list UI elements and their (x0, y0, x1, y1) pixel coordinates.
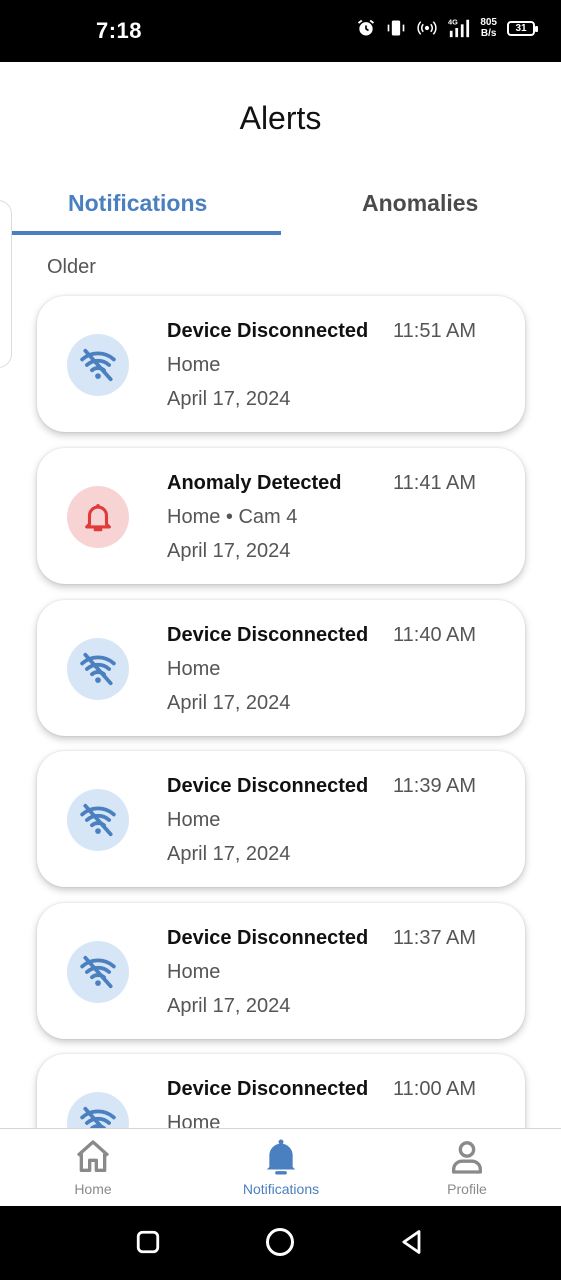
tab-notifications[interactable]: Notifications (68, 190, 207, 217)
net-speed-value: 805 (480, 17, 497, 28)
notification-date: April 17, 2024 (167, 692, 291, 714)
bell-icon (67, 486, 129, 548)
nav-home-label: Home (74, 1181, 112, 1197)
signal-label: 4G (448, 17, 458, 26)
battery-level: 31 (515, 22, 527, 34)
home-button[interactable] (264, 1226, 296, 1258)
section-label: Older (47, 256, 96, 278)
home-circle-icon (266, 1228, 294, 1256)
wifi-off-icon (67, 789, 129, 851)
bottom-nav: Home Notifications Profile (0, 1128, 561, 1206)
notification-location: Home (167, 354, 221, 376)
nav-profile[interactable]: Profile (397, 1129, 537, 1207)
notification-date: April 17, 2024 (167, 540, 291, 562)
back-icon (402, 1230, 421, 1254)
notification-title: Device Disconnected (167, 775, 369, 797)
notification-location: Home • Cam 4 (167, 506, 298, 528)
notification-time: 11:51 AM (393, 320, 477, 342)
notification-time: 11:41 AM (393, 472, 477, 494)
bell-icon (266, 1139, 296, 1175)
wifi-off-icon (67, 638, 129, 700)
back-button[interactable] (396, 1226, 428, 1258)
notification-time: 11:39 AM (393, 775, 477, 797)
notification-time: 11:37 AM (393, 927, 477, 949)
vibrate-icon (387, 20, 405, 36)
notification-card[interactable]: Device Disconnected 11:37 AM Home April … (37, 903, 525, 1039)
recents-icon (136, 1230, 160, 1254)
person-icon (452, 1141, 482, 1174)
hotspot-icon (417, 21, 437, 35)
side-drawer-handle[interactable] (0, 200, 12, 368)
notification-location: Home (167, 658, 221, 680)
notification-time: 11:40 AM (393, 624, 477, 646)
alarm-icon (358, 19, 375, 36)
net-speed: 805 B/s (480, 17, 497, 39)
nav-home[interactable]: Home (23, 1129, 163, 1207)
notification-date: April 17, 2024 (167, 388, 291, 410)
notification-title: Device Disconnected (167, 927, 369, 949)
notification-location: Home (167, 961, 221, 983)
notification-card[interactable]: Device Disconnected 11:40 AM Home April … (37, 600, 525, 736)
battery-icon: 31 (507, 20, 538, 36)
notification-time: 11:00 AM (393, 1078, 477, 1100)
wifi-off-icon (67, 941, 129, 1003)
tab-anomalies[interactable]: Anomalies (362, 190, 478, 217)
signal-icon: 4G (448, 17, 470, 38)
net-speed-unit: B/s (480, 28, 497, 39)
notification-date: April 17, 2024 (167, 843, 291, 865)
notification-date: April 17, 2024 (167, 995, 291, 1017)
notification-title: Anomaly Detected (167, 472, 342, 494)
status-bar: 7:18 4G 805 B/s 31 (0, 0, 561, 62)
nav-notifications[interactable]: Notifications (211, 1129, 351, 1207)
status-time: 7:18 (96, 18, 143, 43)
nav-notifications-label: Notifications (242, 1181, 320, 1197)
wifi-off-icon (67, 334, 129, 396)
notification-title: Device Disconnected (167, 320, 369, 342)
home-icon (76, 1140, 110, 1172)
system-nav-bar (0, 1206, 561, 1280)
active-tab-indicator (0, 231, 281, 235)
notification-card[interactable]: Device Disconnected 11:51 AM Home April … (37, 296, 525, 432)
notification-location: Home (167, 809, 221, 831)
notification-title: Device Disconnected (167, 624, 369, 646)
nav-profile-label: Profile (447, 1181, 487, 1197)
notification-card[interactable]: Device Disconnected 11:39 AM Home April … (37, 751, 525, 887)
notification-title: Device Disconnected (167, 1078, 369, 1100)
notification-card[interactable]: Anomaly Detected 11:41 AM Home • Cam 4 A… (37, 448, 525, 584)
page-title: Alerts (239, 100, 322, 136)
recents-button[interactable] (132, 1226, 164, 1258)
status-icons: 4G 805 B/s 31 (356, 17, 538, 39)
